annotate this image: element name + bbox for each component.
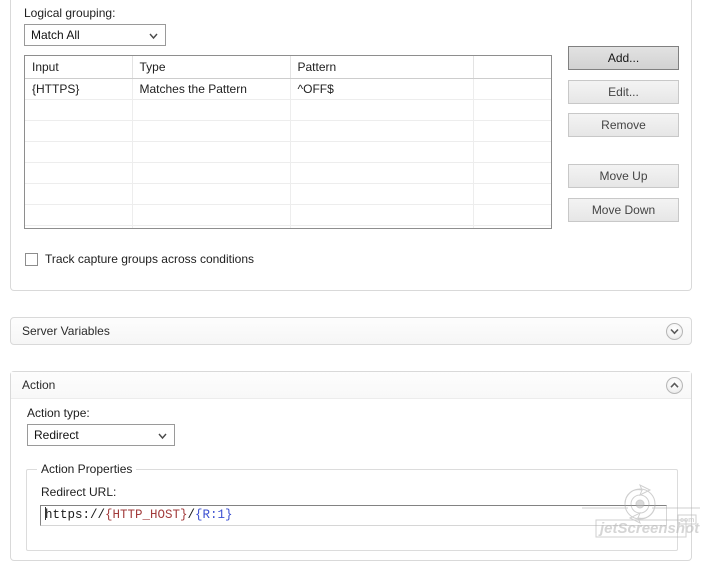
- cell-pattern: ^OFF$: [290, 79, 473, 100]
- cell-empty: [290, 205, 473, 226]
- column-header-input[interactable]: Input: [25, 56, 132, 79]
- cell-empty: [132, 163, 290, 184]
- action-properties-fieldset: Action Properties Redirect URL: https://…: [26, 469, 678, 551]
- cell-empty: [290, 163, 473, 184]
- cell-empty: [290, 226, 473, 230]
- table-row-empty[interactable]: [25, 163, 551, 184]
- chevron-up-icon[interactable]: [666, 377, 683, 394]
- cell-empty: [25, 163, 132, 184]
- server-variables-section[interactable]: Server Variables: [10, 317, 692, 345]
- table-row[interactable]: {HTTPS} Matches the Pattern ^OFF$: [25, 79, 551, 100]
- cell-empty: [473, 184, 551, 205]
- cell-empty: [473, 163, 551, 184]
- cell-empty: [290, 121, 473, 142]
- cell-input: {HTTPS}: [25, 79, 132, 100]
- cell-empty: [25, 184, 132, 205]
- edit-button[interactable]: Edit...: [568, 80, 679, 104]
- cell-empty: [132, 142, 290, 163]
- action-type-select[interactable]: Redirect: [27, 424, 175, 446]
- track-capture-groups-checkbox-row[interactable]: Track capture groups across conditions: [25, 251, 254, 267]
- action-section: Action Action type: Redirect Action Prop…: [10, 371, 692, 561]
- cell-empty: [25, 100, 132, 121]
- conditions-table: Input Type Pattern {HTTPS} Matches the P…: [25, 56, 551, 229]
- url-token-back-reference: {R:1}: [195, 508, 233, 522]
- url-token-server-variable: {HTTP_HOST}: [105, 508, 188, 522]
- url-token-scheme: https://: [45, 508, 105, 522]
- cell-empty: [473, 121, 551, 142]
- table-header-row: Input Type Pattern: [25, 56, 551, 79]
- cell-empty: [132, 184, 290, 205]
- move-down-button[interactable]: Move Down: [568, 198, 679, 222]
- cell-empty: [473, 205, 551, 226]
- column-header-type[interactable]: Type: [132, 56, 290, 79]
- cell-type: Matches the Pattern: [132, 79, 290, 100]
- table-row-empty[interactable]: [25, 100, 551, 121]
- remove-button[interactable]: Remove: [568, 113, 679, 137]
- cell-empty: [25, 121, 132, 142]
- cell-empty: [473, 100, 551, 121]
- redirect-url-input[interactable]: https://{HTTP_HOST}/{R:1}: [40, 505, 667, 526]
- cell-empty: [132, 205, 290, 226]
- cell-extra: [473, 79, 551, 100]
- track-capture-groups-checkbox[interactable]: [25, 253, 38, 266]
- column-header-pattern[interactable]: Pattern: [290, 56, 473, 79]
- action-type-label: Action type:: [27, 406, 90, 420]
- cell-empty: [473, 142, 551, 163]
- move-up-button[interactable]: Move Up: [568, 164, 679, 188]
- cell-empty: [290, 184, 473, 205]
- chevron-down-icon: [157, 430, 168, 441]
- logical-grouping-value: Match All: [31, 25, 80, 45]
- cell-empty: [290, 142, 473, 163]
- cell-empty: [25, 205, 132, 226]
- cell-empty: [132, 100, 290, 121]
- table-row-empty[interactable]: [25, 205, 551, 226]
- table-row-empty[interactable]: [25, 121, 551, 142]
- conditions-grid[interactable]: Input Type Pattern {HTTPS} Matches the P…: [24, 55, 552, 229]
- logical-grouping-label: Logical grouping:: [24, 6, 115, 20]
- chevron-down-icon: [148, 30, 159, 41]
- table-row-empty[interactable]: [25, 184, 551, 205]
- cell-empty: [25, 226, 132, 230]
- track-capture-groups-label: Track capture groups across conditions: [45, 252, 254, 266]
- url-token-separator: /: [188, 508, 196, 522]
- table-row-empty[interactable]: [25, 226, 551, 230]
- column-header-extra[interactable]: [473, 56, 551, 79]
- cell-empty: [132, 121, 290, 142]
- logical-grouping-select[interactable]: Match All: [24, 24, 166, 46]
- redirect-url-label: Redirect URL:: [41, 485, 116, 499]
- server-variables-title: Server Variables: [11, 318, 691, 345]
- table-row-empty[interactable]: [25, 142, 551, 163]
- conditions-panel: Logical grouping: Match All Input Type P…: [10, 0, 692, 291]
- action-title: Action: [11, 372, 691, 399]
- cell-empty: [473, 226, 551, 230]
- cell-empty: [290, 100, 473, 121]
- chevron-down-icon[interactable]: [666, 323, 683, 340]
- cell-empty: [25, 142, 132, 163]
- add-button[interactable]: Add...: [568, 46, 679, 70]
- action-properties-legend: Action Properties: [37, 462, 136, 476]
- cell-empty: [132, 226, 290, 230]
- action-type-value: Redirect: [34, 425, 79, 445]
